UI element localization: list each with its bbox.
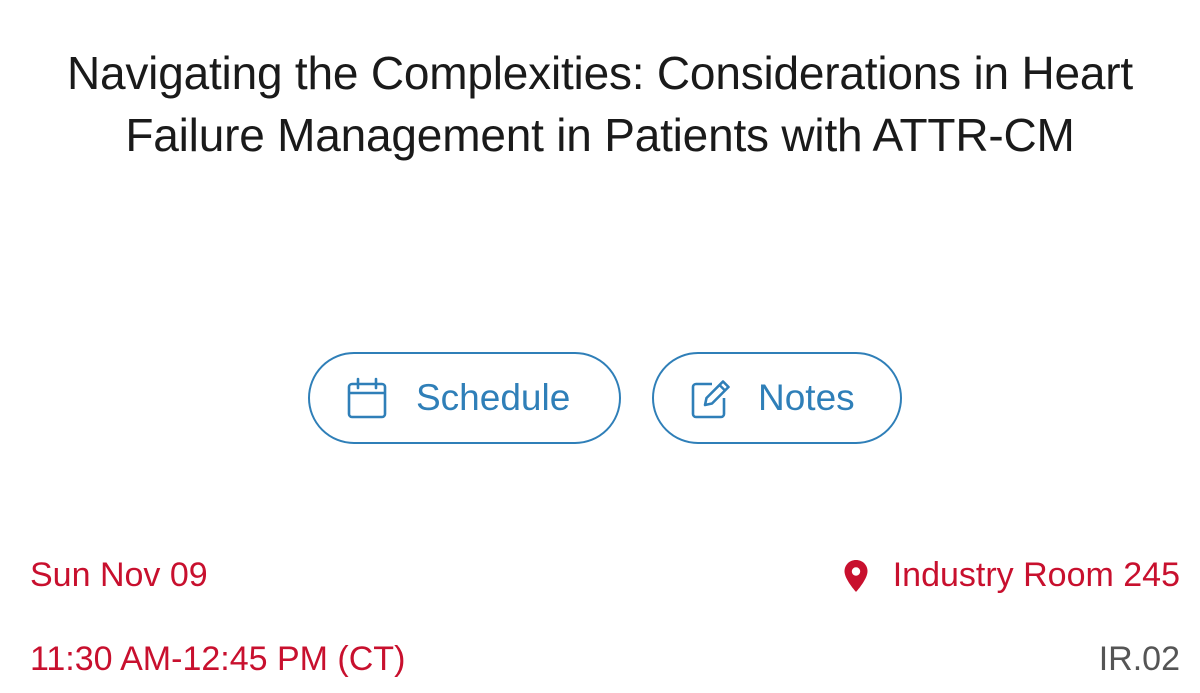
notes-button[interactable]: Notes: [652, 352, 902, 444]
edit-note-icon: [690, 376, 732, 420]
session-date: Sun Nov 09: [30, 556, 208, 594]
session-title: Navigating the Complexities: Considerati…: [66, 47, 1134, 161]
schedule-button[interactable]: Schedule: [308, 352, 621, 444]
map-pin-icon: [843, 559, 869, 593]
session-location-label: Industry Room 245: [892, 556, 1180, 594]
session-time: 11:30 AM-12:45 PM (CT): [30, 640, 406, 678]
session-code: IR.02: [1098, 640, 1180, 678]
schedule-button-label: Schedule: [416, 377, 571, 418]
session-location[interactable]: Industry Room 245: [843, 556, 1180, 595]
calendar-icon: [346, 376, 388, 420]
notes-button-label: Notes: [758, 377, 855, 418]
